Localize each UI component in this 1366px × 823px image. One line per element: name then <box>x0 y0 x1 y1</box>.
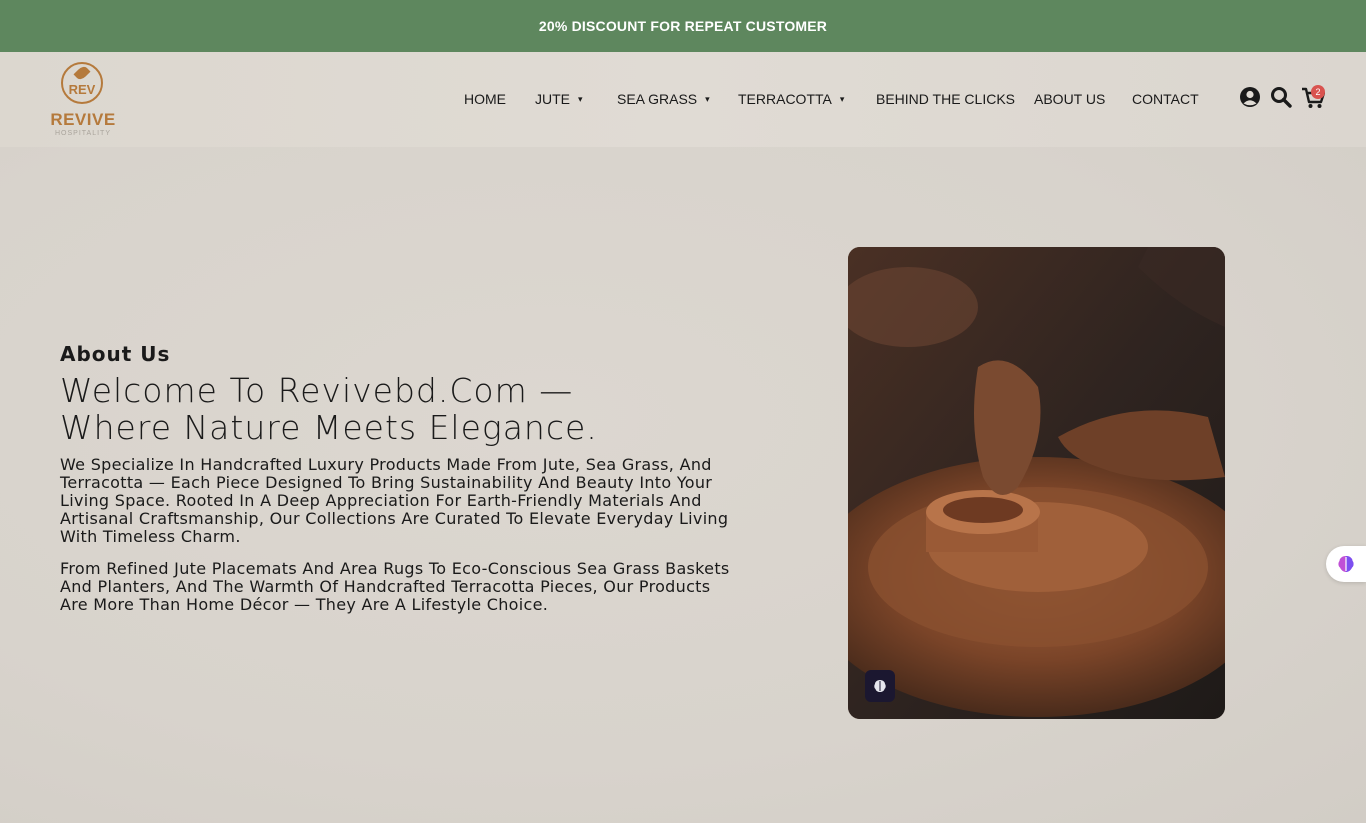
hero-headline: Welcome To Revivebd.Com — Where Nature M… <box>60 372 760 446</box>
main-nav: HOME JUTE ▾ SEA GRASS ▾ TERRACOTTA ▾ BEH… <box>0 89 1366 109</box>
site-header: REV REVIVE HOSPITALITY HOME JUTE ▾ SEA G… <box>0 52 1366 147</box>
brain-icon <box>1338 556 1354 572</box>
logo-tagline: HOSPITALITY <box>55 130 111 137</box>
caret-down-icon: ▾ <box>705 93 710 104</box>
cart-count-badge: 2 <box>1311 85 1325 99</box>
section-eyebrow: About Us <box>60 342 171 366</box>
logo-wordmark: REVIVE <box>50 110 116 129</box>
nav-label: ABOUT US <box>1034 91 1106 107</box>
nav-label: CONTACT <box>1132 91 1199 107</box>
announcement-bar: 20% DISCOUNT FOR REPEAT CUSTOMER <box>0 0 1366 52</box>
assistant-side-tab[interactable] <box>1326 546 1366 582</box>
search-icon[interactable] <box>1270 86 1292 108</box>
nav-sea-grass[interactable]: SEA GRASS ▾ <box>617 89 710 109</box>
nav-about-us[interactable]: ABOUT US <box>1034 89 1105 109</box>
intro-paragraph: We Specialize In Handcrafted Luxury Prod… <box>60 455 729 546</box>
nav-jute[interactable]: JUTE ▾ <box>535 89 583 109</box>
caret-down-icon: ▾ <box>839 93 845 104</box>
nav-home[interactable]: HOME <box>464 89 506 109</box>
pottery-photo <box>848 247 1225 719</box>
pottery-illustration <box>848 247 1225 719</box>
nav-contact[interactable]: CONTACT <box>1132 89 1199 109</box>
nav-label: TERRACOTTA <box>738 91 832 107</box>
headline-line: Welcome To Revivebd.Com — <box>60 371 574 410</box>
nav-label: BEHIND THE CLICKS <box>876 91 1015 107</box>
nav-label: HOME <box>464 91 506 107</box>
user-circle-icon[interactable] <box>1239 86 1261 108</box>
nav-behind-the-clicks[interactable]: BEHIND THE CLICKS <box>876 89 1015 109</box>
brain-icon <box>874 680 886 692</box>
headline-line: Where Nature Meets Elegance. <box>60 408 598 447</box>
products-paragraph: From Refined Jute Placemats And Area Rug… <box>60 559 730 614</box>
nav-label: SEA GRASS <box>617 91 698 107</box>
caret-down-icon: ▾ <box>578 93 583 104</box>
ai-brain-icon[interactable] <box>865 670 895 702</box>
nav-terracotta[interactable]: TERRACOTTA ▾ <box>738 89 844 109</box>
announcement-text: 20% DISCOUNT FOR REPEAT CUSTOMER <box>538 18 828 34</box>
nav-label: JUTE <box>535 91 570 107</box>
